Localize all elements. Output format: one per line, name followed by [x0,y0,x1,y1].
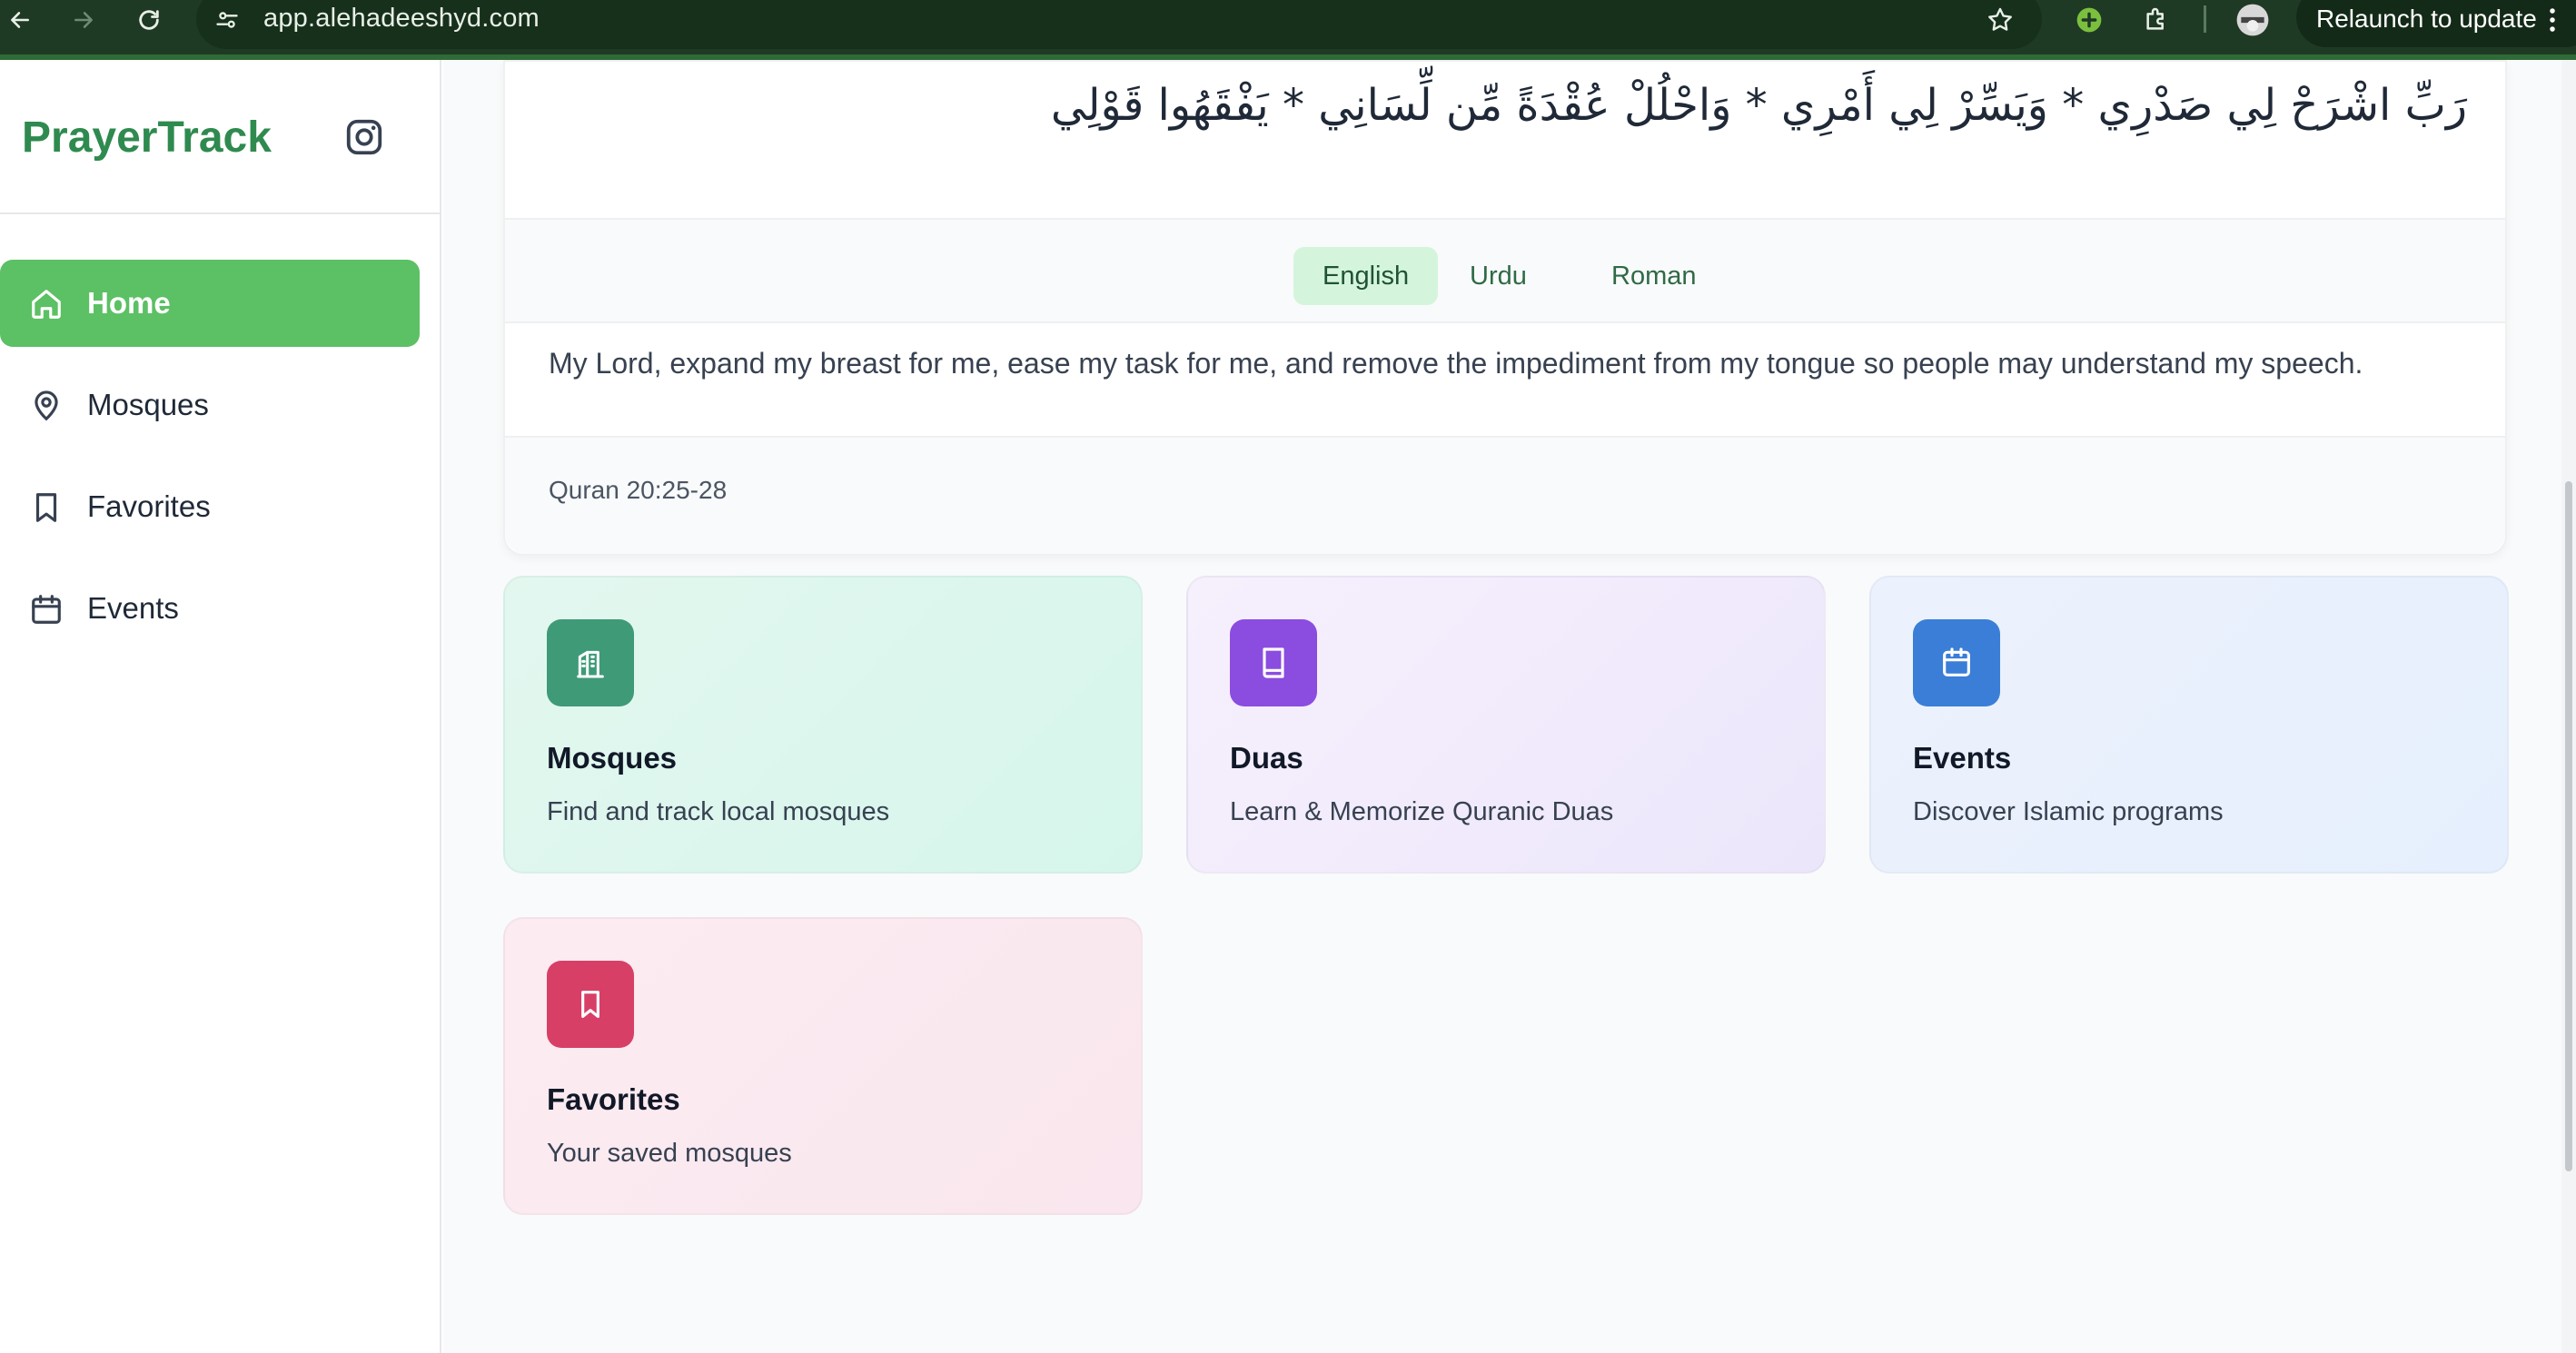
dua-card: رَبِّ اشْرَحْ لِي صَدْرِي * وَيَسِّرْ لِ… [503,60,2507,556]
feature-description: Your saved mosques [547,1139,792,1168]
profile-avatar[interactable] [2233,0,2273,40]
relaunch-label[interactable]: Relaunch to update [2316,5,2537,34]
book-icon [1230,619,1317,706]
site-settings-icon[interactable] [207,0,247,40]
language-tabs: English Urdu Roman [505,218,2505,323]
back-arrow-icon[interactable] [0,0,40,40]
building-icon [547,619,634,706]
dua-translation: My Lord, expand my breast for me, ease m… [549,347,2363,380]
feature-description: Learn & Memorize Quranic Duas [1230,797,1614,826]
toolbar-divider [2204,5,2206,33]
feature-description: Discover Islamic programs [1913,797,2224,826]
tab-english[interactable]: English [1293,247,1439,305]
browser-toolbar: app.alehadeeshyd.com Relaunch to update [0,0,2576,60]
reload-icon[interactable] [129,0,169,40]
menu-dots-icon[interactable] [2532,0,2572,40]
feature-title: Duas [1230,741,1303,775]
puzzle-icon[interactable] [2136,0,2176,40]
forward-arrow-icon[interactable] [64,0,104,40]
tab-urdu[interactable]: Urdu [1441,247,1556,305]
feature-card-mosques[interactable]: Mosques Find and track local mosques [503,576,1143,874]
feature-card-duas[interactable]: Duas Learn & Memorize Quranic Duas [1186,576,1826,874]
feature-card-events[interactable]: Events Discover Islamic programs [1869,576,2509,874]
feature-card-favorites[interactable]: Favorites Your saved mosques [503,917,1143,1215]
bookmark-icon [547,961,634,1048]
feature-title: Mosques [547,741,678,775]
dua-arabic-text: رَبِّ اشْرَحْ لِي صَدْرِي * وَيَسِّرْ لِ… [1050,80,2467,131]
star-icon[interactable] [1980,0,2020,40]
feature-title: Favorites [547,1082,680,1116]
scrollbar-thumb[interactable] [2565,481,2572,1171]
dua-source-row: Quran 20:25-28 [505,436,2505,554]
calendar-icon [1913,619,2000,706]
feature-description: Find and track local mosques [547,797,890,826]
dua-source: Quran 20:25-28 [549,476,728,504]
feature-title: Events [1913,741,2012,775]
tab-roman[interactable]: Roman [1582,247,1726,305]
extension-plus-icon[interactable] [2069,0,2109,40]
url-text[interactable]: app.alehadeeshyd.com [263,4,540,34]
